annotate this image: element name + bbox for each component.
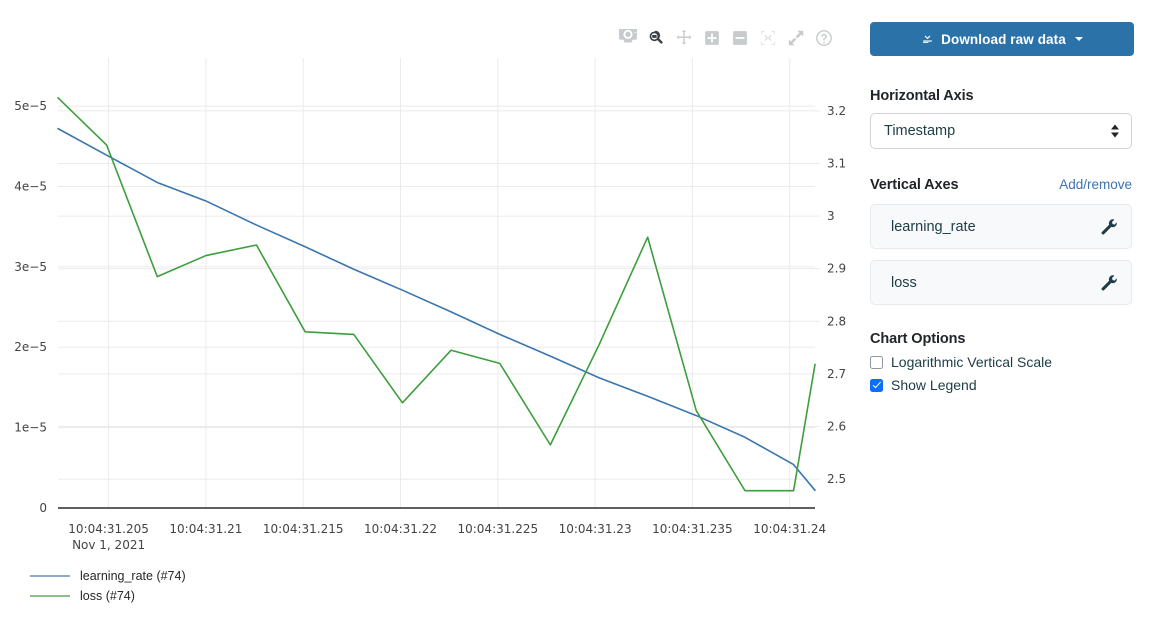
- series-line-0: [57, 127, 816, 492]
- plot-svg[interactable]: 0 1e−5 2e−5 3e−5 4e−5 5e−5 2.5 2.6 2.7 2.8 2.9 3 3.…: [0, 0, 860, 560]
- svg-text:10:04:31.22: 10:04:31.22: [364, 522, 437, 536]
- x-axis-date-label: Nov 1, 2021: [72, 538, 145, 552]
- svg-text:5e−5: 5e−5: [14, 99, 47, 113]
- svg-text:10:04:31.205: 10:04:31.205: [68, 522, 149, 536]
- chart-controls-sidebar: Download raw data Horizontal Axis Timest…: [860, 0, 1150, 617]
- chart-options-block: Chart Options Logarithmic Vertical Scale…: [870, 331, 1132, 393]
- option-label-show-legend: Show Legend: [891, 377, 977, 393]
- download-icon: [921, 31, 934, 47]
- option-show-legend[interactable]: Show Legend: [870, 377, 1132, 393]
- checkbox-logarithmic-vertical-scale[interactable]: [870, 355, 883, 369]
- svg-text:3: 3: [827, 209, 835, 223]
- svg-text:3e−5: 3e−5: [14, 260, 47, 274]
- vertical-axes-title: Vertical Axes: [870, 177, 959, 193]
- legend-label-loss: loss (#74): [80, 589, 135, 603]
- svg-text:2.9: 2.9: [827, 262, 846, 276]
- gridlines: [58, 58, 815, 508]
- series-lines: [57, 96, 816, 492]
- caret-down-icon: [1074, 37, 1083, 41]
- svg-text:2.5: 2.5: [827, 472, 846, 486]
- svg-text:2.6: 2.6: [827, 419, 846, 433]
- vertical-axis-card-learning-rate[interactable]: learning_rate: [870, 204, 1132, 249]
- select-updown-icon: [1111, 124, 1119, 138]
- svg-text:10:04:31.21: 10:04:31.21: [169, 522, 242, 536]
- legend-item-loss[interactable]: loss (#74): [30, 586, 186, 606]
- legend-swatch-loss: [30, 595, 70, 597]
- legend-label-learning-rate: learning_rate (#74): [80, 569, 186, 583]
- option-logarithmic-vertical-scale[interactable]: Logarithmic Vertical Scale: [870, 354, 1132, 370]
- svg-text:10:04:31.24: 10:04:31.24: [753, 522, 826, 536]
- legend-swatch-learning-rate: [30, 575, 70, 577]
- svg-text:2e−5: 2e−5: [14, 340, 47, 354]
- svg-text:1e−5: 1e−5: [14, 421, 47, 435]
- vertical-axis-label-learning-rate: learning_rate: [891, 218, 976, 235]
- svg-text:4e−5: 4e−5: [14, 179, 47, 193]
- download-raw-data-label: Download raw data: [941, 31, 1066, 47]
- svg-text:3.2: 3.2: [827, 104, 846, 118]
- svg-text:10:04:31.235: 10:04:31.235: [652, 522, 733, 536]
- series-line-1: [57, 96, 816, 492]
- svg-text:2.8: 2.8: [827, 314, 846, 328]
- download-raw-data-button[interactable]: Download raw data: [870, 22, 1134, 56]
- y-axis-left-ticks: 0 1e−5 2e−5 3e−5 4e−5 5e−5: [14, 99, 47, 515]
- svg-text:0: 0: [39, 501, 47, 515]
- svg-text:3.1: 3.1: [827, 157, 846, 171]
- svg-text:10:04:31.215: 10:04:31.215: [263, 522, 344, 536]
- x-axis-ticks: 10:04:31.205 10:04:31.21 10:04:31.215 10:04…: [68, 522, 826, 536]
- chart-panel: 0 1e−5 2e−5 3e−5 4e−5 5e−5 2.5 2.6 2.7 2.8 2.9 3 3.…: [0, 0, 860, 617]
- svg-text:2.7: 2.7: [827, 367, 846, 381]
- wrench-icon[interactable]: [1100, 218, 1117, 235]
- checkbox-show-legend[interactable]: [870, 378, 883, 392]
- horizontal-axis-selected-value: Timestamp: [884, 123, 956, 139]
- svg-text:10:04:31.225: 10:04:31.225: [457, 522, 538, 536]
- vertical-axis-label-loss: loss: [891, 274, 917, 291]
- metrics-chart-page: 0 1e−5 2e−5 3e−5 4e−5 5e−5 2.5 2.6 2.7 2.8 2.9 3 3.…: [0, 0, 1150, 617]
- plot-area[interactable]: 0 1e−5 2e−5 3e−5 4e−5 5e−5 2.5 2.6 2.7 2.8 2.9 3 3.…: [0, 0, 860, 560]
- add-remove-axes-link[interactable]: Add/remove: [1059, 177, 1132, 192]
- horizontal-axis-title: Horizontal Axis: [870, 88, 974, 104]
- vertical-axes-header: Vertical Axes Add/remove: [870, 177, 1132, 193]
- legend-item-learning-rate[interactable]: learning_rate (#74): [30, 566, 186, 586]
- horizontal-axis-block: Horizontal Axis Timestamp: [870, 88, 1132, 149]
- wrench-icon[interactable]: [1100, 274, 1117, 291]
- y-axis-right-ticks: 2.5 2.6 2.7 2.8 2.9 3 3.1 3.2: [815, 104, 846, 486]
- vertical-axis-card-loss[interactable]: loss: [870, 260, 1132, 305]
- chart-options-title: Chart Options: [870, 331, 966, 347]
- option-label-logarithmic-vertical-scale: Logarithmic Vertical Scale: [891, 354, 1053, 370]
- chart-legend[interactable]: learning_rate (#74) loss (#74): [30, 566, 186, 606]
- horizontal-axis-select[interactable]: Timestamp: [870, 113, 1132, 149]
- svg-text:10:04:31.23: 10:04:31.23: [559, 522, 632, 536]
